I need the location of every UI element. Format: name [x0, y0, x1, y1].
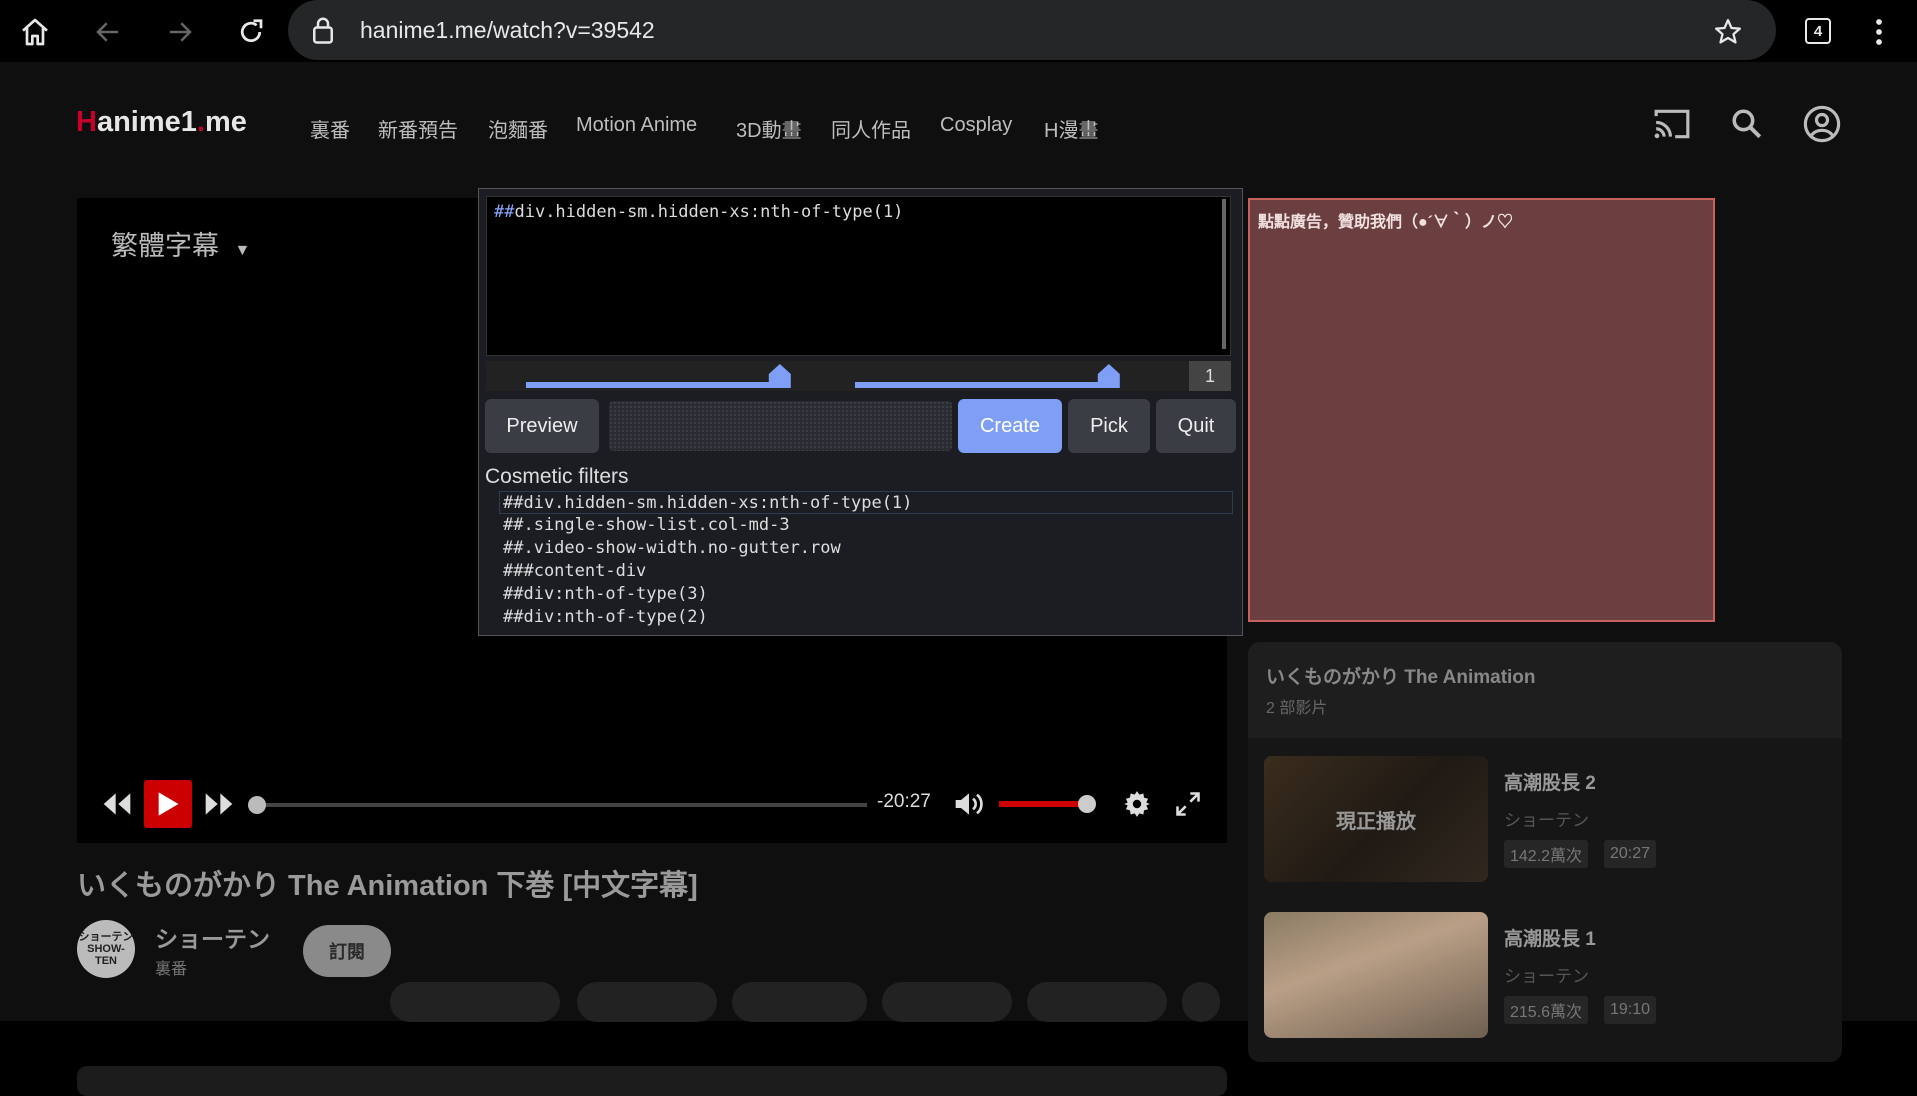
site-logo[interactable]: Hanime1.me: [76, 106, 247, 139]
nav-item-urabangumi[interactable]: 裏番: [310, 114, 350, 143]
playlist-count: 2 部影片: [1266, 694, 1327, 718]
tab-count-button[interactable]: 4: [1805, 18, 1831, 44]
action-pills-row: [390, 982, 1220, 1022]
filter-candidate[interactable]: ##div:nth-of-type(3): [503, 583, 1233, 606]
subtitle-select-label: 繁體字幕: [111, 231, 219, 261]
video-title: いくものがかり The Animation 下巻 [中文字幕]: [77, 862, 698, 904]
progress-bar[interactable]: [257, 803, 867, 807]
fullscreen-icon[interactable]: [1174, 790, 1202, 823]
volume-knob[interactable]: [1078, 795, 1096, 813]
slider-track-graphic: [486, 361, 1231, 391]
action-pill[interactable]: [1027, 982, 1167, 1022]
nav-item-manga[interactable]: H漫畫: [1044, 114, 1098, 143]
action-pill[interactable]: [882, 982, 1012, 1022]
nav-item-cosplay[interactable]: Cosplay: [940, 114, 1012, 137]
picker-spacer: [609, 401, 952, 451]
address-bar[interactable]: hanime1.me/watch?v=39542: [288, 0, 1776, 60]
cast-icon[interactable]: [1650, 102, 1694, 146]
duration-badge: 20:27: [1604, 840, 1656, 868]
playlist-item[interactable]: 現正播放 高潮股長 2 ショーテン 142.2萬次 20:27: [1264, 756, 1824, 886]
forward-icon[interactable]: [161, 13, 199, 51]
channel-avatar[interactable]: ショーテン SHOW-TEN: [77, 920, 135, 978]
filter-selector: div.hidden-sm.hidden-xs:nth-of-type(1): [514, 202, 903, 222]
ad-banner[interactable]: 點點廣告，贊助我們（●´∀｀）ノ♡: [1248, 198, 1715, 622]
description-box[interactable]: [77, 1066, 1227, 1096]
playlist-item-studio: ショーテン: [1504, 806, 1589, 831]
filter-candidate[interactable]: ###content-div: [503, 560, 1233, 583]
cosmetic-filter-list: ##div.hidden-sm.hidden-xs:nth-of-type(1)…: [503, 491, 1233, 629]
playlist-item-title[interactable]: 高潮股長 1: [1504, 924, 1596, 951]
subtitle-select[interactable]: 繁體字幕 ▼: [111, 224, 250, 263]
specificity-slider-knob[interactable]: [1098, 364, 1120, 388]
playlist-item[interactable]: 高潮股長 1 ショーテン 215.6萬次 19:10: [1264, 912, 1824, 1042]
action-pill[interactable]: [577, 982, 717, 1022]
match-count: 1: [1189, 361, 1231, 391]
filter-hash: ##: [494, 202, 514, 222]
home-icon[interactable]: [16, 13, 54, 51]
filter-candidate[interactable]: ##div:nth-of-type(2): [503, 606, 1233, 629]
views-badge: 142.2萬次: [1504, 840, 1588, 868]
progress-knob[interactable]: [248, 796, 266, 814]
channel-category: 裏番: [155, 955, 187, 979]
duration-badge: 19:10: [1604, 996, 1656, 1024]
nav-item-short[interactable]: 泡麵番: [488, 114, 548, 143]
caret-down-icon: ▼: [235, 242, 251, 259]
playlist-title[interactable]: いくものがかり The Animation: [1266, 662, 1536, 689]
action-pill[interactable]: [390, 982, 560, 1022]
depth-slider-knob[interactable]: [769, 364, 791, 388]
element-picker-dialog: ##div.hidden-sm.hidden-xs:nth-of-type(1)…: [478, 188, 1243, 636]
playlist-panel: いくものがかり The Animation 2 部影片 現正播放 高潮股長 2 …: [1248, 642, 1842, 1062]
lock-icon[interactable]: [310, 15, 336, 50]
action-pill[interactable]: [1182, 982, 1220, 1022]
menu-kebab-icon[interactable]: [1860, 13, 1898, 51]
ad-text: 點點廣告，贊助我們（●´∀｀）ノ♡: [1258, 208, 1513, 232]
action-pill[interactable]: [732, 982, 867, 1022]
thumbnail[interactable]: [1264, 912, 1488, 1038]
back-icon[interactable]: [89, 13, 127, 51]
playlist-item-title[interactable]: 高潮股長 2: [1504, 768, 1596, 795]
specificity-slider-track[interactable]: [855, 382, 1109, 388]
logo-dot: .: [197, 106, 205, 138]
channel-name[interactable]: ショーテン: [155, 920, 270, 954]
playlist-header: いくものがかり The Animation 2 部影片: [1248, 642, 1842, 738]
filter-candidate[interactable]: ##.single-show-list.col-md-3: [503, 514, 1233, 537]
cosmetic-filters-label: Cosmetic filters: [485, 465, 629, 489]
filter-candidate[interactable]: ##div.hidden-sm.hidden-xs:nth-of-type(1): [499, 491, 1233, 514]
rewind-icon[interactable]: [101, 790, 133, 823]
volume-slider[interactable]: [999, 801, 1087, 807]
reload-icon[interactable]: [232, 13, 270, 51]
bookmark-star-icon[interactable]: [1709, 13, 1747, 51]
settings-gear-icon[interactable]: [1123, 790, 1151, 823]
logo-text: anime1: [97, 106, 197, 138]
nav-item-motion-anime[interactable]: Motion Anime: [576, 114, 697, 137]
textarea-scrollbar[interactable]: [1222, 199, 1226, 349]
play-icon: [156, 790, 180, 818]
create-button[interactable]: Create: [958, 399, 1062, 453]
fast-forward-icon[interactable]: [203, 790, 235, 823]
nav-item-3d[interactable]: 3D動畫: [736, 114, 802, 143]
nav-item-doujin[interactable]: 同人作品: [831, 114, 911, 143]
picker-sliders: 1: [486, 361, 1231, 391]
nav-item-new-preview[interactable]: 新番預告: [378, 114, 458, 143]
now-playing-overlay: 現正播放: [1264, 756, 1488, 882]
play-button[interactable]: [144, 780, 192, 828]
filter-textarea[interactable]: ##div.hidden-sm.hidden-xs:nth-of-type(1): [486, 196, 1231, 356]
subscribe-button[interactable]: 訂閱: [303, 925, 391, 977]
playlist-item-studio: ショーテン: [1504, 962, 1589, 987]
logo-letter: H: [76, 106, 97, 138]
volume-icon[interactable]: [953, 790, 985, 823]
depth-slider-track[interactable]: [526, 382, 780, 388]
browser-toolbar: hanime1.me/watch?v=39542 4: [0, 0, 1917, 62]
search-icon[interactable]: [1725, 102, 1769, 146]
pick-button[interactable]: Pick: [1068, 399, 1150, 453]
url-text[interactable]: hanime1.me/watch?v=39542: [360, 17, 655, 44]
quit-button[interactable]: Quit: [1156, 399, 1236, 453]
preview-button[interactable]: Preview: [485, 399, 599, 453]
account-icon[interactable]: [1800, 102, 1844, 146]
filter-text[interactable]: ##div.hidden-sm.hidden-xs:nth-of-type(1): [494, 202, 903, 222]
filter-candidate[interactable]: ##.video-show-width.no-gutter.row: [503, 537, 1233, 560]
logo-suffix: me: [205, 106, 247, 138]
views-badge: 215.6萬次: [1504, 996, 1588, 1024]
time-remaining: -20:27: [877, 791, 931, 813]
